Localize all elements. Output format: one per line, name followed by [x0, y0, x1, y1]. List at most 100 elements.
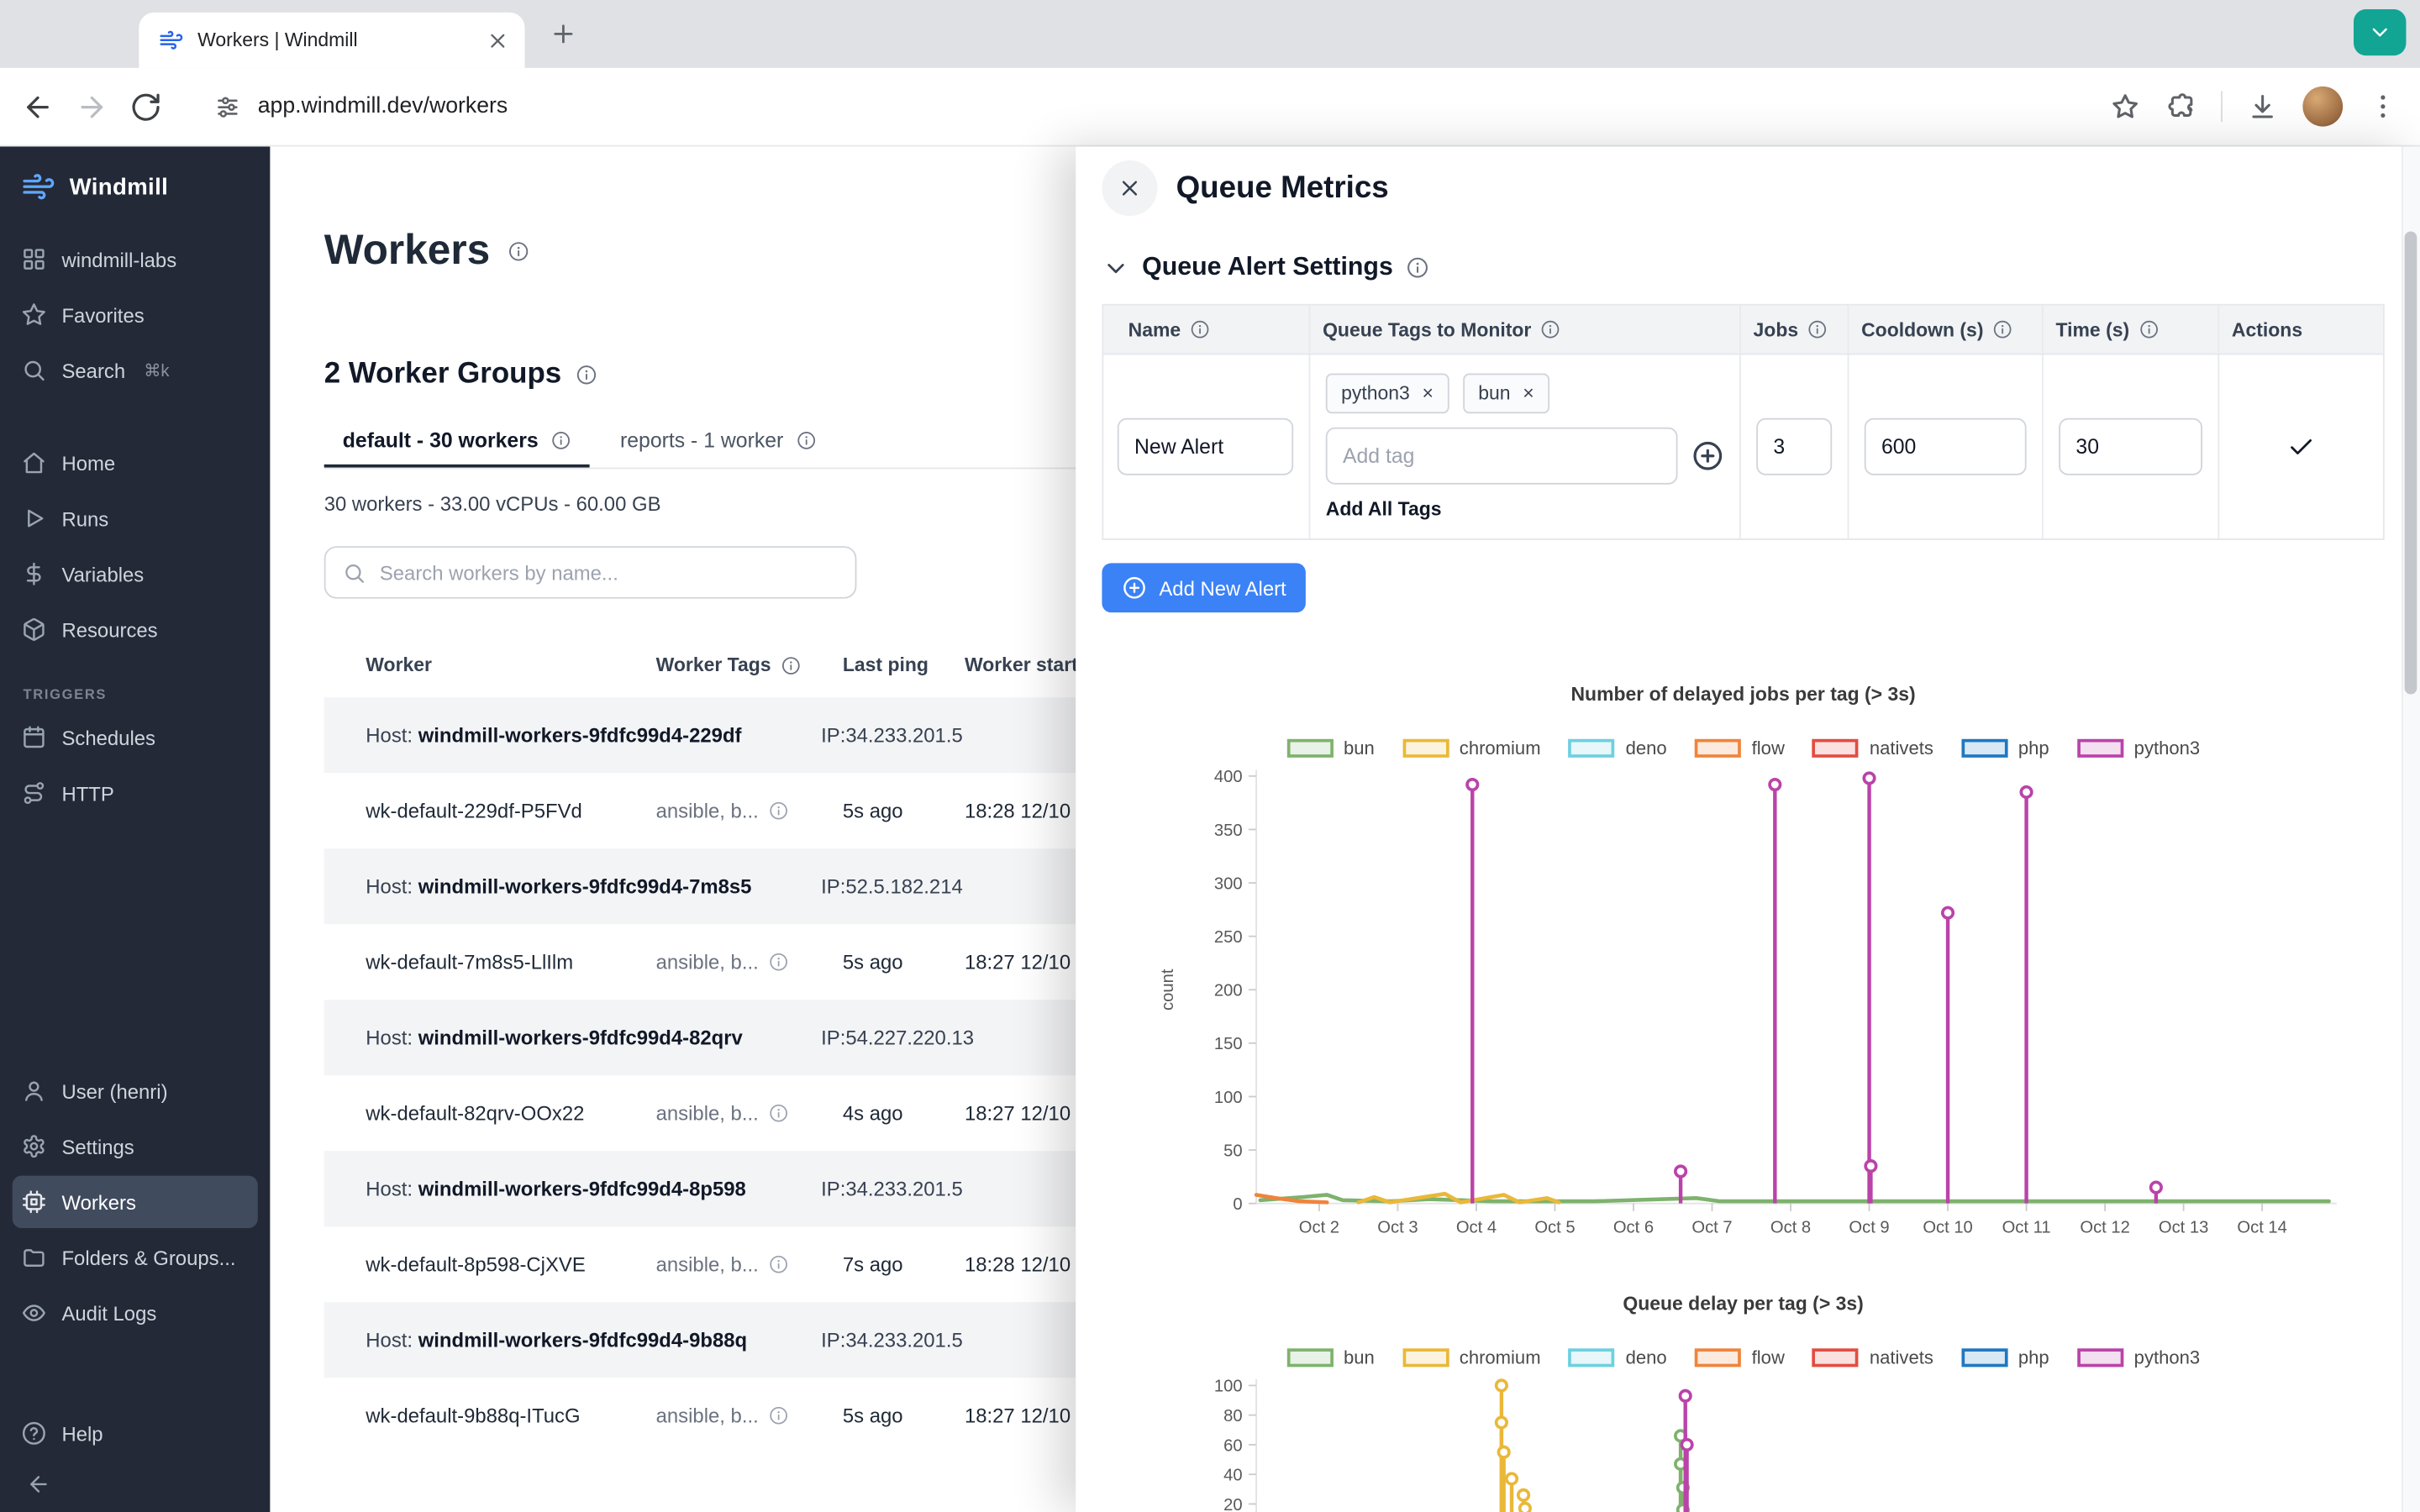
host-label: Host: windmill-workers-9fdfc99d4-8p598: [366, 1177, 821, 1200]
info-icon[interactable]: [1807, 319, 1828, 339]
info-icon[interactable]: [550, 430, 571, 450]
tab-title: Workers | Windmill: [197, 29, 472, 51]
tag-chip-row: python3× bun×: [1326, 373, 1549, 413]
info-icon[interactable]: [768, 952, 788, 972]
info-icon[interactable]: [1406, 256, 1429, 280]
legend-label: bun: [1344, 1347, 1375, 1368]
windmill-brand[interactable]: Windmill: [0, 146, 270, 229]
info-icon[interactable]: [768, 1405, 788, 1425]
sidebar-item-resources[interactable]: Resources: [13, 603, 258, 655]
legend-item[interactable]: bun: [1286, 1347, 1375, 1368]
legend-swatch: [1812, 739, 1859, 758]
tab-default-group[interactable]: default - 30 workers: [324, 417, 590, 468]
add-all-tags-link[interactable]: Add All Tags: [1326, 498, 1442, 520]
url-text[interactable]: app.windmill.dev/workers: [258, 94, 508, 118]
close-panel-button[interactable]: [1102, 160, 1157, 216]
sidebar-item-variables[interactable]: Variables: [13, 548, 258, 600]
back-button[interactable]: [22, 90, 55, 123]
star-icon: [22, 302, 46, 327]
tag-chip[interactable]: python3×: [1326, 373, 1449, 413]
legend-item[interactable]: chromium: [1402, 738, 1541, 759]
tab-search-button[interactable]: [2354, 9, 2406, 55]
omnibox[interactable]: app.windmill.dev/workers: [184, 93, 2089, 119]
legend-item[interactable]: deno: [1569, 738, 1667, 759]
sidebar-item-search[interactable]: Search⌘k: [13, 344, 258, 396]
forward-button[interactable]: [76, 90, 108, 123]
svg-text:50: 50: [1223, 1142, 1242, 1160]
legend-item[interactable]: python3: [2077, 1347, 2200, 1368]
sidebar-item-folders-groups[interactable]: Folders & Groups...: [13, 1231, 258, 1284]
remove-tag-icon[interactable]: ×: [1523, 383, 1534, 405]
sidebar-section-bottom: User (henri)SettingsWorkersFolders & Gro…: [0, 1062, 270, 1342]
sidebar-item-audit-logs[interactable]: Audit Logs: [13, 1287, 258, 1339]
scrollbar-thumb[interactable]: [2405, 232, 2417, 695]
legend-item[interactable]: chromium: [1402, 1347, 1541, 1368]
legend-item[interactable]: flow: [1695, 1347, 1785, 1368]
sidebar-item-user-henri[interactable]: User (henri): [13, 1064, 258, 1116]
legend-item[interactable]: bun: [1286, 738, 1375, 759]
bookmark-icon[interactable]: [2110, 91, 2141, 122]
info-icon[interactable]: [781, 655, 801, 675]
cooldown-input[interactable]: [1865, 418, 2027, 475]
add-new-alert-button[interactable]: Add New Alert: [1102, 563, 1306, 612]
legend-item[interactable]: deno: [1569, 1347, 1667, 1368]
chart-title: Queue delay per tag (> 3s): [1102, 1293, 2384, 1315]
queue-alert-settings-toggle[interactable]: Queue Alert Settings: [1102, 253, 2384, 282]
tag-chip[interactable]: bun×: [1463, 373, 1549, 413]
confirm-alert-icon[interactable]: [2287, 433, 2315, 460]
legend-item[interactable]: nativets: [1812, 1347, 1933, 1368]
extensions-icon[interactable]: [2165, 91, 2196, 122]
collapse-sidebar-button[interactable]: [26, 1472, 50, 1496]
legend-label: python3: [2134, 1347, 2200, 1368]
jobs-input[interactable]: [1756, 418, 1832, 475]
worker-last-ping: 4s ago: [843, 1101, 965, 1125]
info-icon[interactable]: [2139, 319, 2159, 339]
legend-item[interactable]: nativets: [1812, 738, 1933, 759]
sidebar-item-home[interactable]: Home: [13, 437, 258, 489]
sidebar-item-http[interactable]: HTTP: [13, 767, 258, 819]
new-tab-button[interactable]: [544, 14, 584, 55]
info-icon[interactable]: [576, 364, 597, 386]
site-settings-icon[interactable]: [214, 93, 240, 119]
time-input[interactable]: [2059, 418, 2202, 475]
sidebar-item-windmill-labs[interactable]: windmill-labs: [13, 233, 258, 285]
browser-tab[interactable]: Workers | Windmill: [139, 13, 524, 68]
svg-text:200: 200: [1214, 982, 1243, 1000]
tab-reports-group[interactable]: reports - 1 worker: [602, 417, 834, 468]
info-icon[interactable]: [768, 801, 788, 821]
sidebar-item-schedules[interactable]: Schedules: [13, 711, 258, 764]
browser-tab-strip: Workers | Windmill: [0, 0, 2420, 68]
sidebar-item-settings[interactable]: Settings: [13, 1120, 258, 1172]
add-tag-input[interactable]: [1326, 428, 1678, 485]
info-icon[interactable]: [768, 1254, 788, 1274]
svg-text:Oct 12: Oct 12: [2080, 1219, 2129, 1237]
scrollbar[interactable]: [2402, 146, 2420, 1512]
add-tag-button[interactable]: [1691, 439, 1724, 472]
reload-button[interactable]: [129, 90, 162, 123]
info-icon[interactable]: [1540, 319, 1560, 339]
sidebar-item-workers[interactable]: Workers: [13, 1176, 258, 1228]
legend-item[interactable]: php: [1961, 1347, 2049, 1368]
info-icon[interactable]: [507, 240, 529, 262]
info-icon[interactable]: [1190, 319, 1210, 339]
legend-item[interactable]: php: [1961, 738, 2049, 759]
alert-name-input[interactable]: [1118, 418, 1293, 475]
svg-text:80: 80: [1223, 1407, 1242, 1425]
browser-menu-icon[interactable]: [2368, 91, 2399, 122]
info-icon[interactable]: [768, 1103, 788, 1123]
info-icon[interactable]: [1993, 319, 2013, 339]
sidebar-item-label: HTTP: [61, 781, 113, 805]
legend-item[interactable]: python3: [2077, 738, 2200, 759]
sidebar-item-favorites[interactable]: Favorites: [13, 288, 258, 340]
downloads-icon[interactable]: [2247, 91, 2278, 122]
profile-avatar[interactable]: [2302, 87, 2343, 127]
info-icon[interactable]: [796, 430, 816, 450]
page-title: Workers: [324, 227, 491, 275]
sidebar-item-runs[interactable]: Runs: [13, 492, 258, 544]
sidebar-item-help[interactable]: Help: [13, 1407, 258, 1459]
package-icon: [22, 617, 46, 642]
remove-tag-icon[interactable]: ×: [1423, 383, 1434, 405]
legend-item[interactable]: flow: [1695, 738, 1785, 759]
worker-search-input[interactable]: [380, 561, 839, 585]
tab-close-icon[interactable]: [487, 29, 510, 52]
